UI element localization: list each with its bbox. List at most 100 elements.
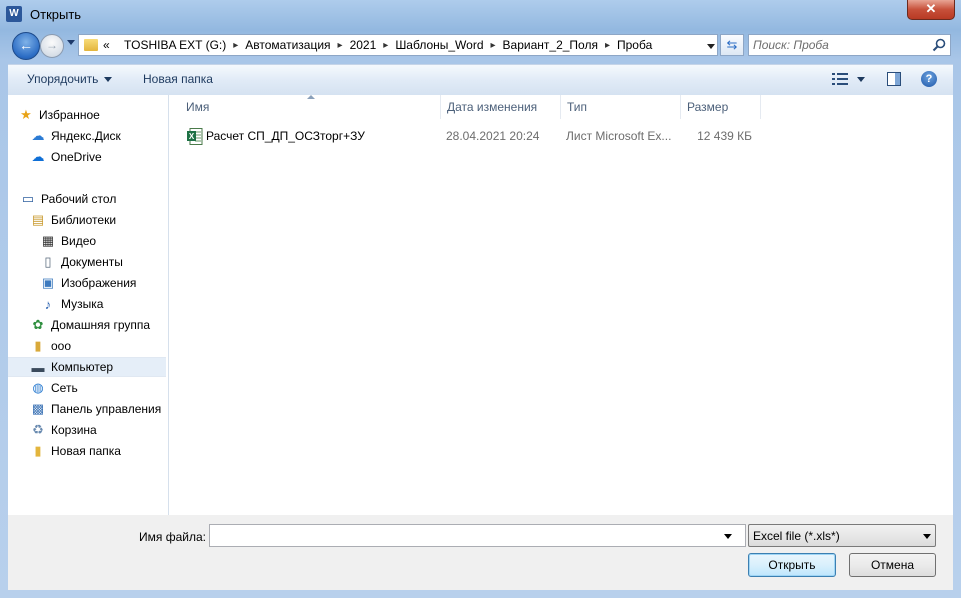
sidebar-item-label: Видео xyxy=(61,234,97,248)
folder-icon xyxy=(84,39,98,51)
sidebar-item[interactable]: ▭ Рабочий стол xyxy=(8,189,166,209)
sidebar-item[interactable]: ☁ Яндекс.Диск xyxy=(8,126,166,146)
onedrive-icon: ☁ xyxy=(31,149,45,164)
sort-ascending-icon xyxy=(307,95,315,99)
column-date-modified[interactable]: Дата изменения xyxy=(447,95,537,119)
sidebar-item-label: Избранное xyxy=(39,108,100,122)
address-bar[interactable]: « TOSHIBA EXT (G:) ▸ Автоматизация ▸ 2021 ▸ Ша… xyxy=(78,34,718,56)
breadcrumb-item[interactable]: Автоматизация xyxy=(240,38,335,52)
sidebar-item[interactable]: ✿ Домашняя группа xyxy=(8,315,166,335)
search-icon[interactable] xyxy=(932,38,946,52)
filename-input[interactable] xyxy=(213,527,713,544)
sidebar-item-label: Рабочий стол xyxy=(41,192,117,206)
file-date: 28.04.2021 20:24 xyxy=(446,129,540,143)
sidebar-item[interactable]: ☁ OneDrive xyxy=(8,147,166,167)
chevron-down-icon xyxy=(104,77,113,83)
filetype-select[interactable]: Excel file (*.xls*) xyxy=(748,524,936,547)
sidebar-item[interactable]: ▬ Компьютер xyxy=(8,357,166,377)
sidebar-item[interactable]: ◍ Сеть xyxy=(8,378,166,398)
main-content: ★ Избранное ☁ Яндекс.Диск ☁ OneDrive ▭ Рабочий … xyxy=(8,95,953,515)
file-row[interactable]: X Расчет СП_ДП_ОСЗторг+ЗУ 28.04.2021 20:… xyxy=(181,127,781,147)
help-icon[interactable]: ? xyxy=(921,71,937,87)
search-box[interactable] xyxy=(748,34,951,56)
breadcrumb-item[interactable]: Вариант_2_Поля xyxy=(498,38,603,52)
star-icon: ★ xyxy=(20,107,32,122)
sidebar-item[interactable]: ▮ ооо xyxy=(8,336,166,356)
address-dropdown[interactable] xyxy=(707,44,715,49)
column-type[interactable]: Тип xyxy=(567,95,587,119)
sidebar-item-label: Документы xyxy=(61,255,123,269)
breadcrumb-item[interactable]: TOSHIBA EXT (G:) xyxy=(119,38,231,52)
recent-pages-dropdown[interactable] xyxy=(67,40,75,45)
breadcrumb-separator[interactable]: ▸ xyxy=(489,40,498,51)
breadcrumb-item[interactable]: Проба xyxy=(612,38,657,52)
user-folder-icon: ▮ xyxy=(34,338,42,353)
close-button[interactable]: ✕ xyxy=(907,0,955,20)
column-name[interactable]: Имя xyxy=(186,95,209,119)
folder-icon: ▮ xyxy=(34,443,42,458)
documents-icon: ▯ xyxy=(44,254,52,269)
breadcrumb: TOSHIBA EXT (G:) ▸ Автоматизация ▸ 2021 ▸ Шабл… xyxy=(119,35,657,55)
sidebar-item[interactable]: ▩ Панель управления xyxy=(8,399,166,419)
preview-pane-icon[interactable] xyxy=(887,72,901,86)
file-type: Лист Microsoft Ex... xyxy=(566,129,672,143)
open-dialog: W Открыть ✕ ← → « TOSHIBA EXT (G:) ▸ Автом… xyxy=(0,0,961,598)
navigation-pane[interactable]: ★ Избранное ☁ Яндекс.Диск ☁ OneDrive ▭ Рабочий … xyxy=(8,95,169,515)
view-options-icon[interactable] xyxy=(832,73,848,85)
excel-file-icon: X xyxy=(187,128,203,145)
breadcrumb-separator[interactable]: ▸ xyxy=(231,40,240,51)
sidebar-item[interactable]: ▤ Библиотеки xyxy=(8,210,166,230)
filename-dropdown[interactable] xyxy=(724,534,732,539)
column-divider[interactable] xyxy=(440,95,441,119)
filename-combo[interactable] xyxy=(209,524,746,547)
sidebar-item[interactable]: ♪ Музыка xyxy=(8,294,166,314)
sidebar-item-label: Компьютер xyxy=(51,360,114,374)
column-divider[interactable] xyxy=(560,95,561,119)
sidebar-item-label: Библиотеки xyxy=(51,213,117,227)
file-name: Расчет СП_ДП_ОСЗторг+ЗУ xyxy=(206,129,365,143)
organize-button[interactable]: Упорядочить xyxy=(27,72,113,86)
network-icon: ◍ xyxy=(32,380,44,395)
sidebar-item[interactable]: ▣ Изображения xyxy=(8,273,166,293)
sidebar-item-label: OneDrive xyxy=(51,150,102,164)
breadcrumb-separator[interactable]: ▸ xyxy=(381,40,390,51)
sidebar-item[interactable]: ▮ Новая папка xyxy=(8,441,166,461)
breadcrumb-item[interactable]: 2021 xyxy=(345,38,382,52)
breadcrumb-separator[interactable]: ▸ xyxy=(603,40,612,51)
sidebar-item-label: Изображения xyxy=(61,276,137,290)
window-title: Открыть xyxy=(30,7,82,22)
dialog-footer: Имя файла: Excel file (*.xls*) Открыть О… xyxy=(8,515,953,590)
sidebar-item[interactable]: ▯ Документы xyxy=(8,252,166,272)
sidebar-item[interactable]: ♻ Корзина xyxy=(8,420,166,440)
yandex-disk-icon: ☁ xyxy=(31,128,45,143)
music-icon: ♪ xyxy=(44,296,52,312)
refresh-button[interactable]: ⇆ xyxy=(720,34,744,56)
computer-icon: ▬ xyxy=(31,359,45,375)
libraries-icon: ▤ xyxy=(31,212,45,227)
open-button[interactable]: Открыть xyxy=(748,553,836,577)
sidebar-item-label: Сеть xyxy=(51,381,78,395)
sidebar-item-label: Новая папка xyxy=(51,444,121,458)
navigation-bar: ← → « TOSHIBA EXT (G:) ▸ Автоматизация ▸ 202… xyxy=(8,30,953,60)
search-input[interactable] xyxy=(753,37,923,53)
new-folder-button[interactable]: Новая папка xyxy=(143,72,213,86)
sidebar-item-label: Домашняя группа xyxy=(51,318,151,332)
breadcrumb-item[interactable]: Шаблоны_Word xyxy=(390,38,488,52)
sidebar-item[interactable]: ▦ Видео xyxy=(8,231,166,251)
column-divider[interactable] xyxy=(680,95,681,119)
recycle-bin-icon: ♻ xyxy=(32,422,44,437)
filename-label: Имя файла: xyxy=(139,530,206,544)
column-divider[interactable] xyxy=(760,95,761,119)
file-size: 12 439 КБ xyxy=(697,129,752,143)
file-list[interactable]: Имя Дата изменения Тип Размер X Расчет С… xyxy=(169,95,953,515)
cancel-button[interactable]: Отмена xyxy=(849,553,936,577)
homegroup-icon: ✿ xyxy=(32,317,44,332)
view-dropdown[interactable] xyxy=(857,77,865,82)
column-size[interactable]: Размер xyxy=(687,95,728,119)
sidebar-item[interactable]: ★ Избранное xyxy=(8,105,166,125)
forward-button[interactable]: → xyxy=(40,34,64,58)
back-button[interactable]: ← xyxy=(12,32,40,60)
sidebar-item-label: Яндекс.Диск xyxy=(51,129,121,143)
breadcrumb-separator[interactable]: ▸ xyxy=(336,40,345,51)
address-overflow-chevron[interactable]: « xyxy=(103,38,110,52)
